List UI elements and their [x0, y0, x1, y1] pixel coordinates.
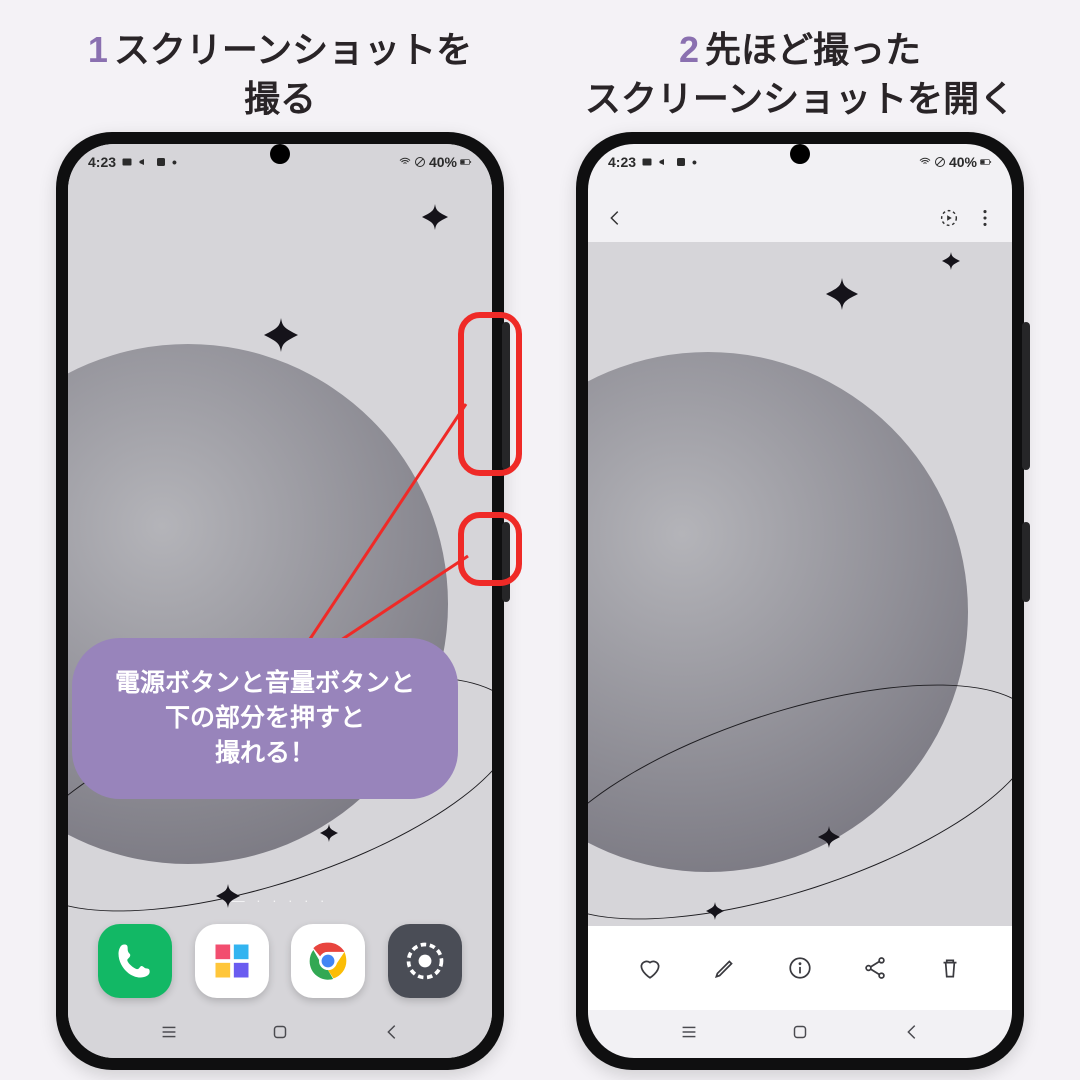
step-title-line1: 先ほど撮った — [705, 29, 921, 70]
megaphone-icon — [658, 156, 670, 168]
wifi-icon — [919, 156, 931, 168]
picture-icon — [641, 156, 653, 168]
button-highlight-volume — [458, 312, 522, 476]
nav-bar — [68, 1010, 492, 1058]
motion-photo-icon[interactable] — [938, 207, 960, 229]
back-icon[interactable] — [604, 207, 626, 229]
home-icon[interactable] — [269, 1021, 291, 1048]
no-sim-icon — [934, 156, 946, 168]
phone-frame: 4:23 • 40% — [576, 132, 1024, 1070]
info-icon[interactable] — [787, 955, 813, 981]
callout-bubble: 電源ボタンと音量ボタンと 下の部分を押すと 撮れる！ — [72, 638, 458, 799]
sparkle-icon — [706, 902, 724, 920]
chrome-app-icon[interactable] — [291, 924, 365, 998]
home-screen: 4:23 • 40% — · · · · · — [68, 144, 492, 1058]
battery-text: 40% — [949, 154, 977, 170]
battery-text: 40% — [429, 154, 457, 170]
step-number: 1 — [88, 29, 108, 70]
sparkle-icon — [422, 204, 448, 230]
settings-app-icon[interactable] — [388, 924, 462, 998]
photo-viewer: 4:23 • 40% — [588, 144, 1012, 1058]
more-icon[interactable] — [974, 207, 996, 229]
sparkle-icon — [320, 824, 338, 842]
step-title-line2: 撮る — [244, 78, 316, 119]
calendar-app-icon[interactable] — [195, 924, 269, 998]
callout-line1: 電源ボタンと音量ボタンと — [115, 669, 415, 697]
step-title-line1: スクリーンショットを — [114, 29, 472, 70]
status-bar: 4:23 • 40% — [588, 144, 1012, 170]
back-icon[interactable] — [381, 1021, 403, 1048]
wifi-icon — [399, 156, 411, 168]
heart-icon[interactable] — [637, 955, 663, 981]
share-icon[interactable] — [862, 955, 888, 981]
status-bar: 4:23 • 40% — [68, 144, 492, 170]
back-icon[interactable] — [901, 1021, 923, 1048]
picture-icon — [121, 156, 133, 168]
phone-app-icon[interactable] — [98, 924, 172, 998]
step-1: 1スクリーンショットを 撮る 4:23 — [20, 0, 540, 132]
power-button-hardware[interactable] — [1022, 522, 1030, 602]
volume-button-hardware[interactable] — [1022, 322, 1030, 470]
dock — [68, 924, 492, 998]
sparkle-icon — [264, 318, 298, 352]
dot-icon: • — [172, 154, 177, 170]
sparkle-icon — [818, 826, 840, 848]
step-2: 2先ほど撮った スクリーンショットを開く 4:23 • — [540, 0, 1060, 132]
no-sim-icon — [414, 156, 426, 168]
dot-icon: • — [692, 154, 697, 170]
status-time: 4:23 — [88, 154, 116, 170]
wallpaper — [68, 144, 492, 1058]
step-1-heading: 1スクリーンショットを 撮る — [20, 0, 540, 132]
home-icon[interactable] — [789, 1021, 811, 1048]
edit-icon[interactable] — [712, 955, 738, 981]
step-2-heading: 2先ほど撮った スクリーンショットを開く — [540, 0, 1060, 132]
nav-bar — [588, 1010, 1012, 1058]
status-time: 4:23 — [608, 154, 636, 170]
sparkle-icon — [826, 278, 858, 310]
megaphone-icon — [138, 156, 150, 168]
checkbox-icon — [155, 156, 167, 168]
callout-line2: 下の部分を押すと — [165, 704, 365, 732]
battery-icon — [460, 156, 472, 168]
viewer-image[interactable] — [588, 242, 1012, 926]
callout-line3: 撮れる！ — [215, 739, 315, 767]
delete-icon[interactable] — [937, 955, 963, 981]
recents-icon[interactable] — [678, 1021, 700, 1048]
phone-frame: 4:23 • 40% — · · · · · — [56, 132, 504, 1070]
recents-icon[interactable] — [158, 1021, 180, 1048]
sparkle-icon — [942, 252, 960, 270]
step-title-line2: スクリーンショットを開く — [585, 78, 1015, 119]
button-highlight-power — [458, 512, 522, 586]
step-number: 2 — [679, 29, 699, 70]
page-indicator: — · · · · · — [68, 893, 492, 908]
viewer-bottom-bar — [588, 926, 1012, 1010]
checkbox-icon — [675, 156, 687, 168]
battery-icon — [980, 156, 992, 168]
viewer-top-bar — [588, 194, 1012, 242]
